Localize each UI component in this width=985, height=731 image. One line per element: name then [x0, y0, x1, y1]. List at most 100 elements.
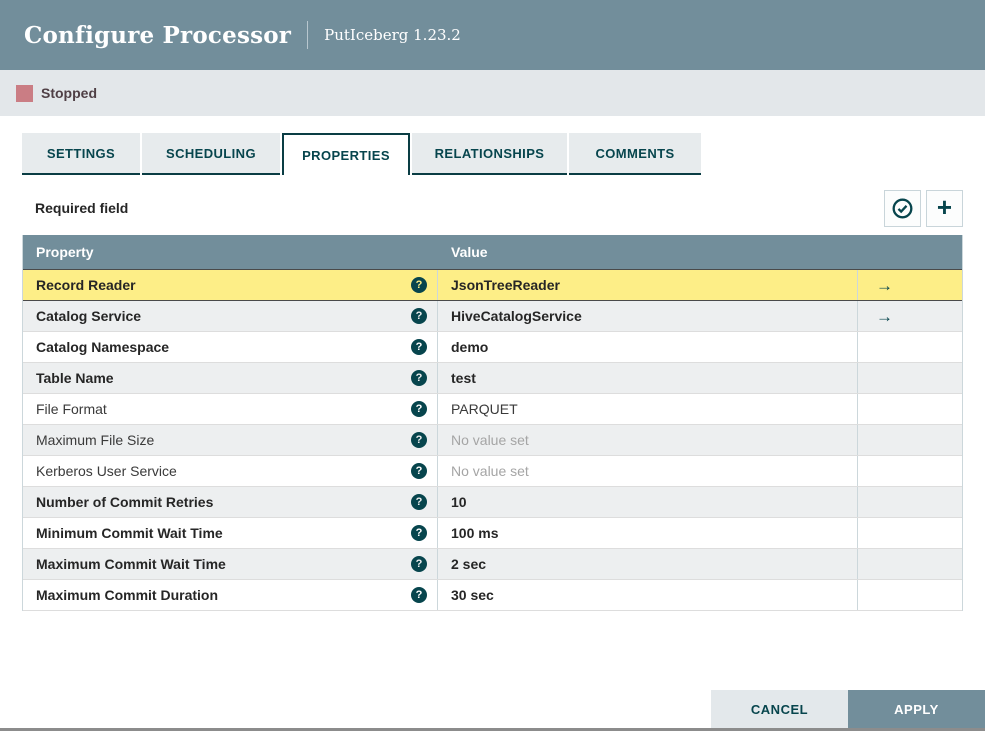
- property-name: Maximum File Size: [36, 432, 155, 448]
- value-cell[interactable]: demo: [438, 332, 858, 362]
- value-cell[interactable]: 30 sec: [438, 580, 858, 610]
- property-cell: Table Name ?: [23, 363, 438, 393]
- dialog-footer: CANCEL APPLY: [711, 690, 985, 728]
- property-value: PARQUET: [451, 401, 518, 417]
- help-icon[interactable]: ?: [411, 587, 427, 603]
- tab-relationships[interactable]: RELATIONSHIPS: [412, 133, 567, 175]
- table-row[interactable]: Catalog Namespace ? demo →: [23, 332, 962, 363]
- toolbar-buttons: +: [884, 189, 963, 227]
- property-cell: Number of Commit Retries ?: [23, 487, 438, 517]
- help-icon[interactable]: ?: [411, 463, 427, 479]
- property-name: Minimum Commit Wait Time: [36, 525, 223, 541]
- add-property-button[interactable]: +: [926, 189, 963, 227]
- tab-label: SCHEDULING: [166, 145, 256, 161]
- properties-table-body: Record Reader ? JsonTreeReader → Catalog…: [23, 269, 962, 611]
- help-icon[interactable]: ?: [411, 308, 427, 324]
- help-icon[interactable]: ?: [411, 370, 427, 386]
- help-icon[interactable]: ?: [411, 525, 427, 541]
- property-cell: Minimum Commit Wait Time ?: [23, 518, 438, 548]
- property-cell: Maximum Commit Duration ?: [23, 580, 438, 610]
- goto-cell: →: [858, 270, 962, 300]
- property-name: Table Name: [36, 370, 114, 386]
- table-row[interactable]: Record Reader ? JsonTreeReader →: [23, 269, 962, 301]
- tab-label: SETTINGS: [46, 145, 116, 161]
- tab-properties[interactable]: PROPERTIES: [282, 133, 410, 175]
- value-cell[interactable]: 10: [438, 487, 858, 517]
- value-cell[interactable]: 100 ms: [438, 518, 858, 548]
- property-name: Catalog Namespace: [36, 339, 170, 355]
- property-value: 10: [451, 494, 467, 510]
- table-row[interactable]: Minimum Commit Wait Time ? 100 ms →: [23, 518, 962, 549]
- tab-label: PROPERTIES: [302, 147, 390, 163]
- apply-button[interactable]: APPLY: [848, 690, 985, 728]
- go-to-service-icon[interactable]: →: [876, 277, 893, 294]
- properties-toolbar: Required field +: [22, 189, 963, 227]
- property-value: 100 ms: [451, 525, 499, 541]
- property-name: Record Reader: [36, 277, 136, 293]
- value-cell[interactable]: test: [438, 363, 858, 393]
- value-cell[interactable]: JsonTreeReader: [438, 270, 858, 300]
- goto-cell: →: [858, 363, 962, 393]
- property-value: HiveCatalogService: [451, 308, 582, 324]
- value-cell[interactable]: No value set: [438, 456, 858, 486]
- goto-cell: →: [858, 518, 962, 548]
- dialog-title: Configure Processor: [24, 21, 292, 49]
- value-cell[interactable]: 2 sec: [438, 549, 858, 579]
- property-value: test: [451, 370, 476, 386]
- verify-properties-button[interactable]: [884, 189, 921, 227]
- property-cell: Kerberos User Service ?: [23, 456, 438, 486]
- property-value: 2 sec: [451, 556, 487, 572]
- property-name: Maximum Commit Duration: [36, 587, 219, 603]
- status-label: Stopped: [41, 85, 97, 101]
- status-bar: Stopped: [0, 70, 985, 116]
- property-cell: Maximum File Size ?: [23, 425, 438, 455]
- help-icon[interactable]: ?: [411, 277, 427, 293]
- required-field-label: Required field: [35, 200, 129, 216]
- plus-icon: +: [936, 192, 953, 222]
- goto-cell: →: [858, 332, 962, 362]
- property-name: Number of Commit Retries: [36, 494, 214, 510]
- help-icon[interactable]: ?: [411, 556, 427, 572]
- table-header-row: Property Value: [23, 235, 962, 270]
- property-value: demo: [451, 339, 489, 355]
- column-header-value: Value: [451, 243, 488, 260]
- property-cell: Catalog Namespace ?: [23, 332, 438, 362]
- tab-label: RELATIONSHIPS: [434, 145, 545, 161]
- table-row[interactable]: Table Name ? test →: [23, 363, 962, 394]
- table-row[interactable]: Catalog Service ? HiveCatalogService →: [23, 301, 962, 332]
- goto-cell: →: [858, 549, 962, 579]
- property-cell: File Format ?: [23, 394, 438, 424]
- tab-comments[interactable]: COMMENTS: [569, 133, 701, 175]
- go-to-service-icon[interactable]: →: [876, 308, 893, 325]
- tab-bar: SETTINGS SCHEDULING PROPERTIES RELATIONS…: [22, 133, 963, 175]
- property-cell: Maximum Commit Wait Time ?: [23, 549, 438, 579]
- configure-processor-dialog: Configure Processor PutIceberg 1.23.2 St…: [0, 0, 985, 731]
- title-divider: [307, 21, 309, 49]
- value-cell[interactable]: HiveCatalogService: [438, 301, 858, 331]
- property-cell: Record Reader ?: [23, 270, 438, 300]
- tab-settings[interactable]: SETTINGS: [22, 133, 140, 175]
- value-cell[interactable]: No value set: [438, 425, 858, 455]
- help-icon[interactable]: ?: [411, 432, 427, 448]
- stopped-status-icon: [16, 84, 33, 102]
- goto-cell: →: [858, 456, 962, 486]
- table-row[interactable]: Maximum Commit Wait Time ? 2 sec →: [23, 549, 962, 580]
- goto-cell: →: [858, 301, 962, 331]
- tab-scheduling[interactable]: SCHEDULING: [142, 133, 280, 175]
- value-cell[interactable]: PARQUET: [438, 394, 858, 424]
- cancel-button[interactable]: CANCEL: [711, 690, 848, 728]
- help-icon[interactable]: ?: [411, 401, 427, 417]
- table-row[interactable]: Maximum File Size ? No value set →: [23, 425, 962, 456]
- property-cell: Catalog Service ?: [23, 301, 438, 331]
- tab-label: COMMENTS: [595, 145, 675, 161]
- table-row[interactable]: Maximum Commit Duration ? 30 sec →: [23, 580, 962, 611]
- goto-cell: →: [858, 580, 962, 610]
- property-name: Maximum Commit Wait Time: [36, 556, 226, 572]
- table-row[interactable]: Kerberos User Service ? No value set →: [23, 456, 962, 487]
- table-row[interactable]: Number of Commit Retries ? 10 →: [23, 487, 962, 518]
- help-icon[interactable]: ?: [411, 339, 427, 355]
- property-name: File Format: [36, 401, 107, 417]
- properties-table: Property Value Record Reader ? JsonTreeR…: [22, 235, 963, 611]
- table-row[interactable]: File Format ? PARQUET →: [23, 394, 962, 425]
- help-icon[interactable]: ?: [411, 494, 427, 510]
